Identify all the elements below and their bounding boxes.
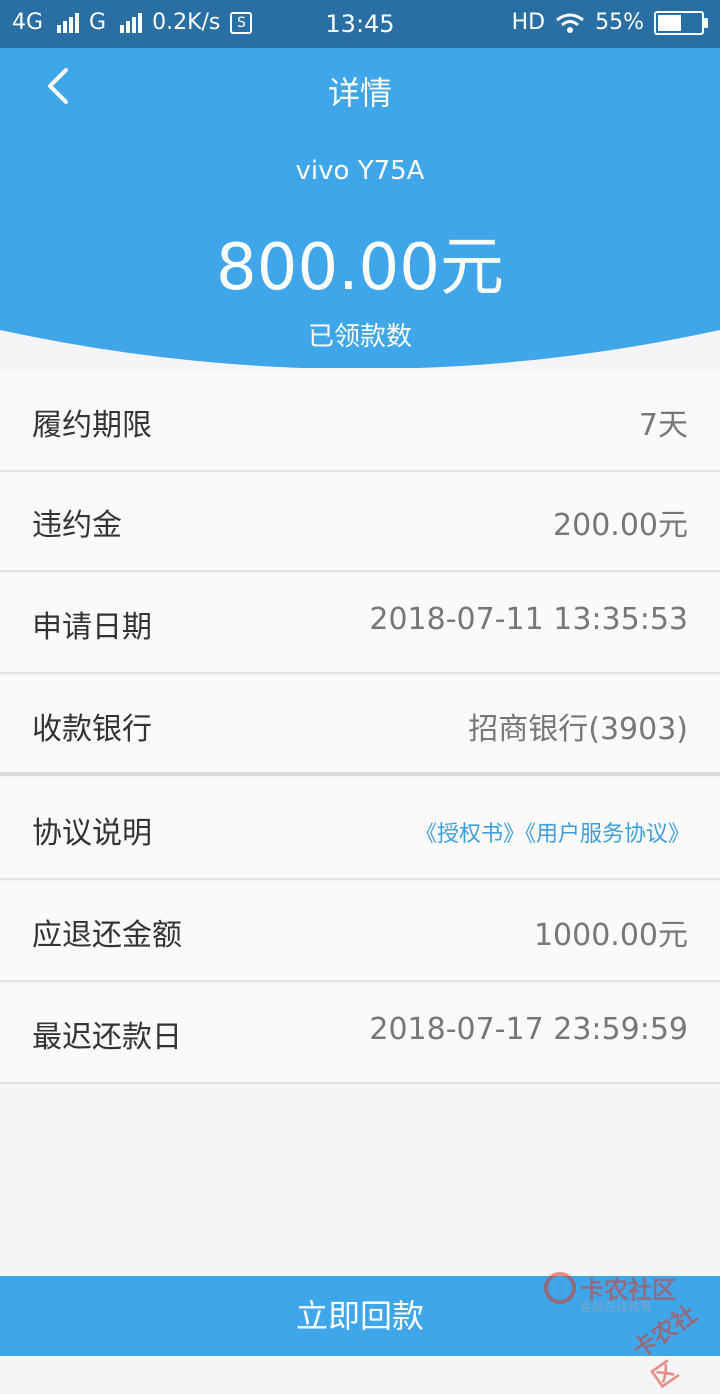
header: 详情 vivo Y75A 800.00元 已领款数 — [0, 48, 720, 368]
status-bar: 4G G 0.2K/s S 13:45 HD 55% — [0, 0, 720, 48]
row-label: 应退还金额 — [32, 918, 182, 953]
page-title: 详情 — [327, 74, 392, 112]
row-label: 收款银行 — [32, 712, 152, 747]
device-name: vivo Y75A — [295, 156, 425, 186]
watermark-icon — [544, 1272, 576, 1304]
hd-label: HD — [511, 10, 546, 35]
detail-row-term: 履约期限 7天 — [0, 372, 720, 472]
detail-row-penalty: 违约金 200.00元 — [0, 472, 720, 572]
row-value: 2018-07-11 13:35:53 — [369, 602, 688, 637]
row-label: 最迟还款日 — [32, 1020, 182, 1055]
row-label: 协议说明 — [32, 816, 152, 851]
row-label: 违约金 — [32, 508, 122, 543]
row-label: 申请日期 — [32, 610, 152, 645]
row-value: 200.00元 — [553, 508, 688, 543]
amount-caption: 已领款数 — [307, 322, 412, 352]
watermark-logo: 卡农社区 金融在线教育 卡农社区 — [540, 1266, 720, 1393]
wifi-icon — [556, 13, 585, 33]
detail-row-agreement: 协议说明 《授权书》《用户服务协议》 — [0, 780, 720, 880]
agreement-links[interactable]: 《授权书》《用户服务协议》 — [415, 816, 690, 848]
battery-fill — [658, 14, 682, 31]
row-value: 1000.00元 — [533, 918, 688, 953]
row-value: 招商银行(3903) — [468, 712, 688, 747]
status-right: HD 55% — [511, 10, 708, 35]
detail-row-due-date: 最迟还款日 2018-07-17 23:59:59 — [0, 984, 720, 1084]
detail-row-apply-date: 申请日期 2018-07-11 13:35:53 — [0, 574, 720, 674]
detail-row-refund-amount: 应退还金额 1000.00元 — [0, 882, 720, 982]
battery-icon — [654, 10, 708, 35]
row-value: 2018-07-17 23:59:59 — [369, 1012, 688, 1047]
row-label: 履约期限 — [32, 408, 152, 443]
detail-row-bank: 收款银行 招商银行(3903) — [0, 676, 720, 776]
battery-percent: 55% — [595, 10, 644, 35]
row-value: 7天 — [638, 408, 688, 443]
watermark-tagline: 金融在线教育 — [580, 1300, 653, 1314]
amount-value: 800.00元 — [216, 231, 504, 305]
